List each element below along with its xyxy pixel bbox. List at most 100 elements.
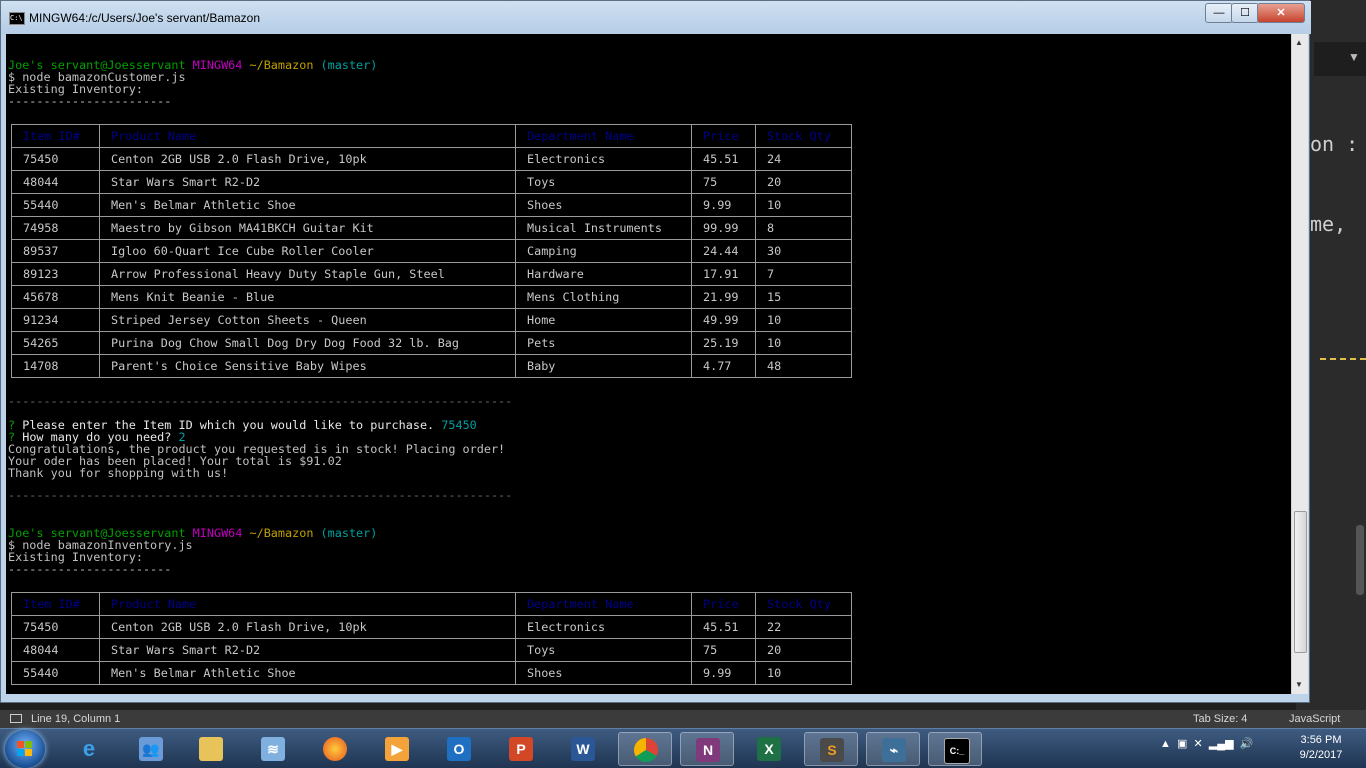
table-row: 14708 Parent's Choice Sensitive Baby Wipe… [11, 354, 852, 378]
minimize-button[interactable]: — [1205, 3, 1233, 23]
network-people-icon[interactable]: 👥 [124, 732, 178, 766]
table-row: 89537 Igloo 60-Quart Ice Cube Roller Cool… [11, 239, 852, 263]
terminal-output[interactable]: Joe's servant@Joesservant MINGW64 ~/Bama… [6, 34, 1291, 694]
table-cell: 55440 [11, 661, 100, 685]
table-row: 55440 Men's Belmar Athletic Shoe Shoes 9.99… [11, 661, 852, 685]
close-button[interactable]: ✕ [1257, 3, 1305, 23]
chevron-down-icon[interactable]: ▼ [1348, 50, 1360, 64]
media-player-icon[interactable]: ▶ [370, 732, 424, 766]
scroll-up-icon[interactable]: ▲ [1295, 38, 1303, 47]
terminal-icon[interactable]: C:_ [928, 732, 982, 766]
console-app-icon[interactable]: C:\ [9, 12, 25, 25]
scroll-down-icon[interactable]: ▼ [1295, 680, 1303, 689]
table-cell: 8 [755, 216, 852, 240]
column-header: Product Name [99, 124, 516, 148]
table-row: 48044 Star Wars Smart R2-D2 Toys 75 20 [11, 170, 852, 194]
table-header-row: Item ID# Product Name Department Name Pr… [11, 124, 852, 148]
table-cell: Striped Jersey Cotton Sheets - Queen [99, 308, 516, 332]
table-cell: 25.19 [691, 331, 756, 355]
column-header: Price [691, 592, 756, 616]
table-cell: 54265 [11, 331, 100, 355]
internet-explorer-icon[interactable]: e [62, 732, 116, 766]
table-cell: 15 [755, 285, 852, 309]
outlook-icon[interactable]: O [432, 732, 486, 766]
table-cell: 49.99 [691, 308, 756, 332]
mysql-workbench-icon[interactable]: ⌁ [866, 732, 920, 766]
table-cell: Electronics [515, 147, 692, 171]
table-cell: 89537 [11, 239, 100, 263]
table-cell: Hardware [515, 262, 692, 286]
prompt-path: ~/Bamazon [249, 526, 314, 540]
table-cell: Home [515, 308, 692, 332]
table-cell: 75 [691, 170, 756, 194]
table-row: 74958 Maestro by Gibson MA41BKCH Guitar K… [11, 216, 852, 240]
sublime-text-icon[interactable]: S [804, 732, 858, 766]
table-cell: Maestro by Gibson MA41BKCH Guitar Kit [99, 216, 516, 240]
chrome-icon[interactable] [618, 732, 672, 766]
table-cell: Star Wars Smart R2-D2 [99, 638, 516, 662]
prompt-branch: (master) [320, 526, 378, 540]
word-icon[interactable]: W [556, 732, 610, 766]
wifi-folder-icon[interactable]: ≋ [246, 732, 300, 766]
table-cell: 55440 [11, 193, 100, 217]
editor-text-fragment: on : [1310, 132, 1359, 156]
syntax-selector[interactable]: JavaScript [1289, 710, 1340, 728]
table-cell: 10 [755, 308, 852, 332]
table-row: 45678 Mens Knit Beanie - Blue Mens Clothin… [11, 285, 852, 309]
editor-dashed-line [1320, 358, 1366, 360]
panel-toggle-icon[interactable] [10, 714, 22, 723]
answer-text: 75450 [434, 418, 477, 432]
thanks-message: Thank you for shopping with us! [8, 466, 229, 480]
taskbar: e 👥 ≋ ▶ O P W N X S ⌁ C:_ ▲ ▣ ✕ ▂▄▆ 🔊 3:… [0, 728, 1366, 768]
column-header: Item ID# [11, 592, 100, 616]
scrollbar-thumb[interactable] [1294, 511, 1307, 653]
file-explorer-icon[interactable] [184, 732, 238, 766]
table-cell: 24 [755, 147, 852, 171]
table-cell: 10 [755, 193, 852, 217]
table-cell: 75450 [11, 147, 100, 171]
windows-start-icon[interactable] [5, 730, 45, 768]
powerpoint-icon[interactable]: P [494, 732, 548, 766]
table-cell: 74958 [11, 216, 100, 240]
table-cell: Men's Belmar Athletic Shoe [99, 193, 516, 217]
window-titlebar[interactable]: C:\ MINGW64:/c/Users/Joe's servant/Bamaz… [1, 1, 1311, 34]
excel-icon[interactable]: X [742, 732, 796, 766]
table-cell: Mens Knit Beanie - Blue [99, 285, 516, 309]
table-cell: 91234 [11, 308, 100, 332]
table-cell: 75 [691, 638, 756, 662]
cursor-position: Line 19, Column 1 [31, 713, 121, 725]
table-cell: Musical Instruments [515, 216, 692, 240]
table-cell: 22 [755, 615, 852, 639]
table-cell: 48044 [11, 170, 100, 194]
firefox-icon[interactable] [308, 732, 362, 766]
table-cell: 10 [755, 331, 852, 355]
table-cell: Electronics [515, 615, 692, 639]
column-header: Item ID# [11, 124, 100, 148]
prompt-env: MINGW64 [192, 58, 243, 72]
heading-rule: ----------------------- [8, 94, 172, 108]
separator-rule: ----------------------------------------… [8, 394, 513, 408]
tab-size-selector[interactable]: Tab Size: 4 [1193, 710, 1247, 728]
table-cell: Mens Clothing [515, 285, 692, 309]
editor-scrollbar[interactable] [1356, 525, 1364, 595]
separator-rule: ----------------------------------------… [8, 488, 513, 502]
system-tray[interactable]: ▲ ▣ ✕ ▂▄▆ 🔊 [1160, 737, 1253, 750]
table-cell: 45678 [11, 285, 100, 309]
table-cell: 48 [755, 354, 852, 378]
column-header: Product Name [99, 592, 516, 616]
table-cell: 17.91 [691, 262, 756, 286]
table-cell: Parent's Choice Sensitive Baby Wipes [99, 354, 516, 378]
table-cell: Centon 2GB USB 2.0 Flash Drive, 10pk [99, 615, 516, 639]
table-cell: 10 [755, 661, 852, 685]
table-cell: 24.44 [691, 239, 756, 263]
table-cell: 45.51 [691, 147, 756, 171]
taskbar-clock[interactable]: 3:56 PM 9/2/2017 [1290, 733, 1352, 763]
onenote-icon[interactable]: N [680, 732, 734, 766]
clock-date: 9/2/2017 [1299, 749, 1343, 761]
table-cell: Purina Dog Chow Small Dog Dry Dog Food 3… [99, 331, 516, 355]
table-row: 75450 Centon 2GB USB 2.0 Flash Drive, 10p… [11, 615, 852, 639]
table-cell: 48044 [11, 638, 100, 662]
table-cell: 7 [755, 262, 852, 286]
maximize-button[interactable]: ☐ [1231, 3, 1259, 23]
terminal-scrollbar[interactable]: ▲ ▼ [1291, 34, 1308, 694]
